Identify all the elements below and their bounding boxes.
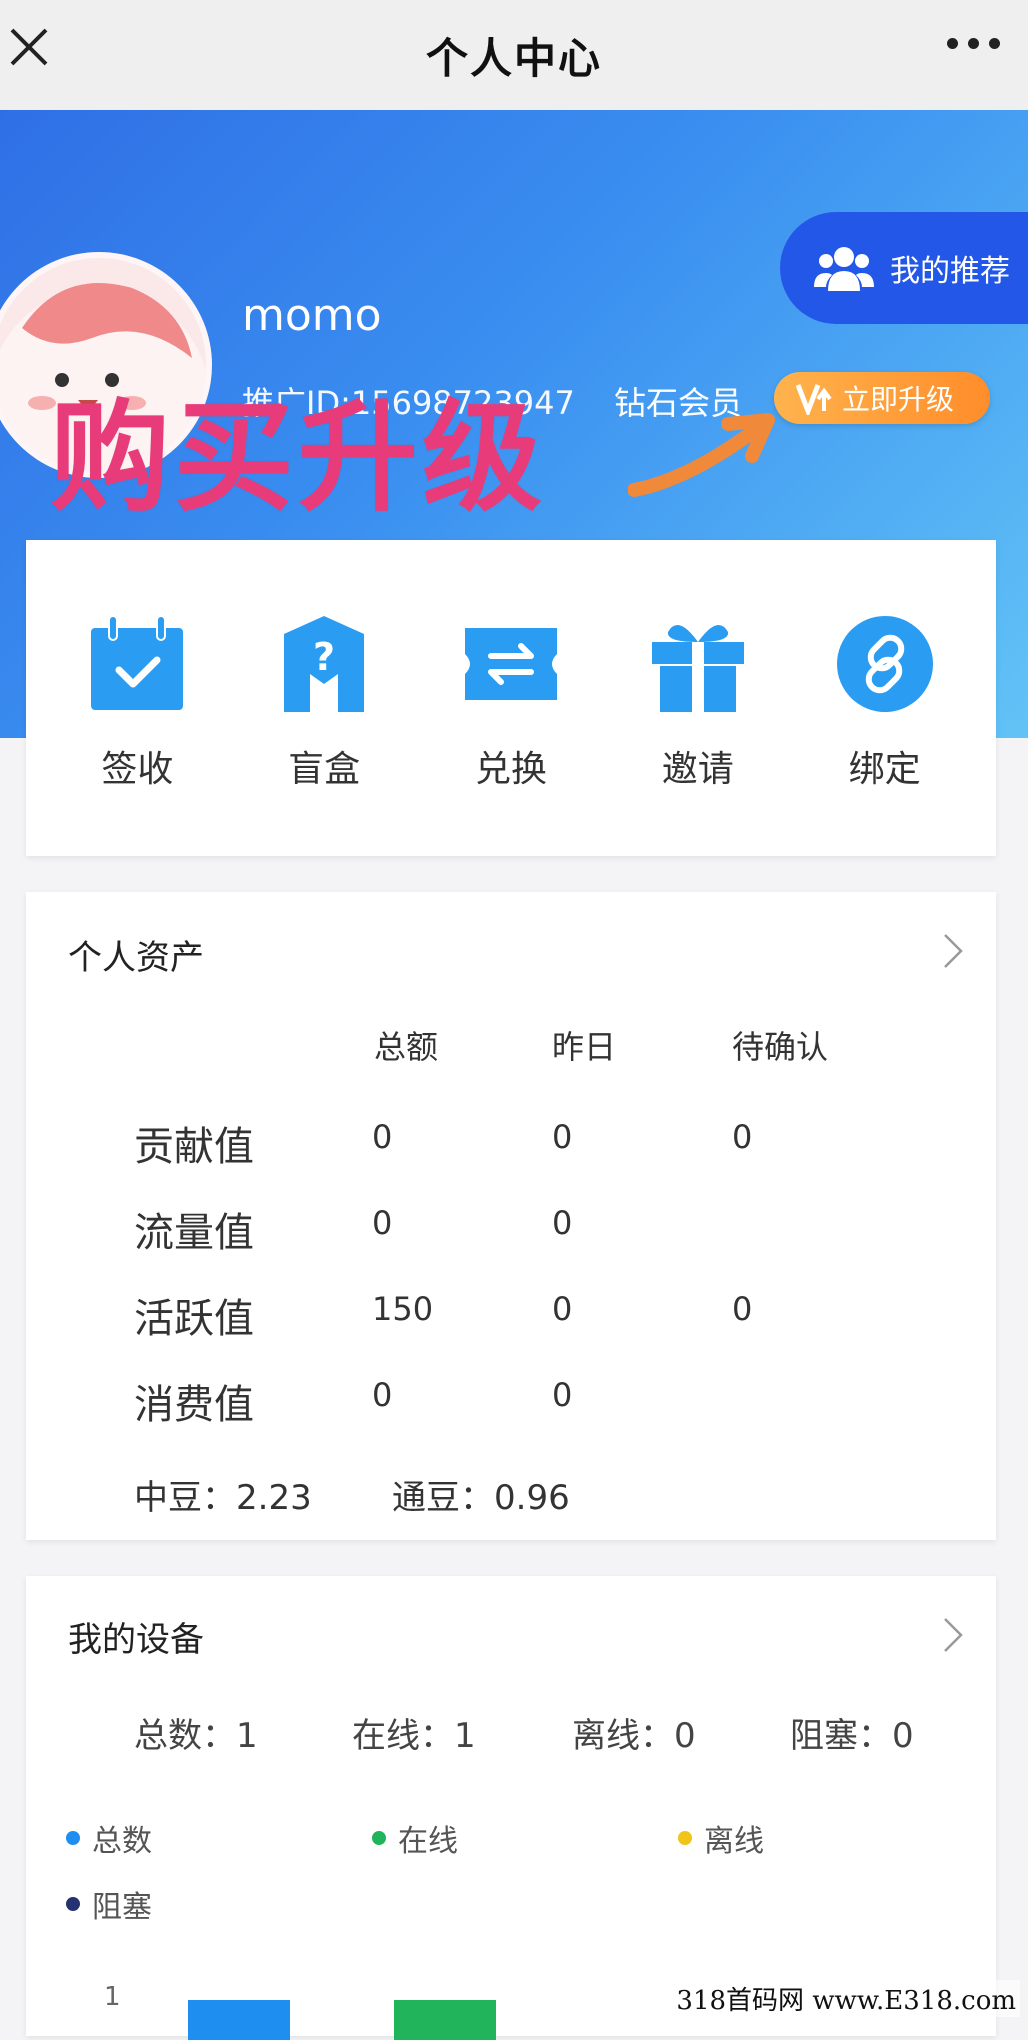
action-label: 绑定 bbox=[848, 749, 921, 790]
my-devices-card: 我的设备 总数：1 在线：1 离线：0 阻塞：0 总数 在线 离线 阻塞 1 bbox=[26, 1576, 996, 2040]
cell-total: 0 bbox=[372, 1204, 393, 1242]
svg-text:?: ? bbox=[313, 635, 335, 679]
zhongdou-balance: 中豆：2.23 bbox=[134, 1478, 312, 1518]
legend-online[interactable]: 在线 bbox=[372, 1816, 458, 1860]
row-label: 消费值 bbox=[134, 1382, 254, 1428]
y-axis-tick: 1 bbox=[104, 1982, 121, 2012]
action-label: 邀请 bbox=[661, 749, 734, 790]
upgrade-label: 立即升级 bbox=[842, 383, 955, 416]
cell-yesterday: 0 bbox=[552, 1204, 573, 1242]
legend-blocked[interactable]: 阻塞 bbox=[66, 1882, 152, 1926]
page-title: 个人中心 bbox=[425, 33, 602, 83]
row-label: 活跃值 bbox=[134, 1296, 254, 1342]
action-invite[interactable]: 邀请 bbox=[618, 540, 778, 856]
chevron-right-icon[interactable] bbox=[942, 1616, 964, 1654]
column-header-yesterday: 昨日 bbox=[552, 1028, 617, 1066]
devices-title: 我的设备 bbox=[68, 1620, 204, 1660]
chevron-right-icon[interactable] bbox=[942, 932, 964, 970]
legend-total[interactable]: 总数 bbox=[66, 1816, 152, 1860]
legend-offline[interactable]: 离线 bbox=[678, 1816, 764, 1860]
legend-label: 阻塞 bbox=[92, 1890, 152, 1925]
vip-upgrade-icon bbox=[796, 384, 832, 415]
cell-pending: 0 bbox=[732, 1118, 753, 1156]
action-sign[interactable]: 签收 bbox=[57, 540, 217, 856]
assets-title: 个人资产 bbox=[68, 938, 204, 978]
quick-actions-card: 签收 ? 盲盒 兑换 邀请 绑定 bbox=[26, 540, 996, 856]
legend-dot bbox=[372, 1831, 386, 1845]
legend-dot bbox=[66, 1897, 80, 1911]
action-exchange[interactable]: 兑换 bbox=[431, 540, 591, 856]
gift-icon bbox=[651, 624, 744, 712]
legend-dot bbox=[678, 1831, 692, 1845]
action-bind[interactable]: 绑定 bbox=[805, 540, 965, 856]
cell-pending: 0 bbox=[732, 1290, 753, 1328]
upgrade-button[interactable]: 立即升级 bbox=[774, 372, 990, 424]
column-header-total: 总额 bbox=[374, 1028, 439, 1066]
tongdou-balance: 通豆：0.96 bbox=[392, 1478, 570, 1518]
row-label: 流量值 bbox=[134, 1210, 254, 1256]
cell-total: 150 bbox=[372, 1290, 434, 1328]
arrow-icon bbox=[628, 413, 775, 497]
column-header-pending: 待确认 bbox=[732, 1028, 829, 1066]
stat-total: 总数：1 bbox=[134, 1716, 258, 1756]
stat-blocked: 阻塞：0 bbox=[790, 1716, 914, 1756]
cell-total: 0 bbox=[372, 1118, 393, 1156]
legend-label: 离线 bbox=[704, 1824, 764, 1859]
personal-assets-card: 个人资产 总额 昨日 待确认 贡献值 0 0 0 流量值 0 0 活跃值 150… bbox=[26, 892, 996, 1540]
calendar-check-icon bbox=[91, 615, 184, 710]
recommend-label: 我的推荐 bbox=[890, 254, 1010, 289]
watermark: 318首码网 www.E318.com bbox=[672, 1980, 1020, 2017]
stat-online: 在线：1 bbox=[352, 1716, 476, 1756]
action-label: 签收 bbox=[101, 749, 174, 790]
more-icon[interactable] bbox=[947, 38, 1000, 49]
row-label: 贡献值 bbox=[134, 1124, 254, 1170]
action-label: 兑换 bbox=[474, 749, 547, 790]
my-recommend-button[interactable]: 我的推荐 bbox=[780, 212, 1028, 324]
action-blind-box[interactable]: ? 盲盒 bbox=[244, 540, 404, 856]
cell-yesterday: 0 bbox=[552, 1290, 573, 1328]
users-icon bbox=[814, 247, 874, 291]
promo-overlay-text: 购买升级 bbox=[50, 389, 546, 528]
legend-label: 总数 bbox=[92, 1824, 152, 1859]
cell-yesterday: 0 bbox=[552, 1118, 573, 1156]
legend-label: 在线 bbox=[398, 1824, 458, 1859]
cell-yesterday: 0 bbox=[552, 1376, 573, 1414]
legend-dot bbox=[66, 1831, 80, 1845]
blind-box-icon: ? bbox=[284, 616, 365, 712]
close-icon[interactable] bbox=[6, 24, 52, 70]
top-nav-bar: 个人中心 bbox=[0, 0, 1028, 110]
cell-total: 0 bbox=[372, 1376, 393, 1414]
stat-offline: 离线：0 bbox=[572, 1716, 696, 1756]
exchange-icon bbox=[464, 628, 557, 700]
action-label: 盲盒 bbox=[288, 749, 361, 790]
bar-online bbox=[394, 2000, 496, 2040]
link-icon bbox=[836, 616, 933, 712]
username: momo bbox=[242, 290, 382, 341]
bar-total bbox=[188, 2000, 290, 2040]
